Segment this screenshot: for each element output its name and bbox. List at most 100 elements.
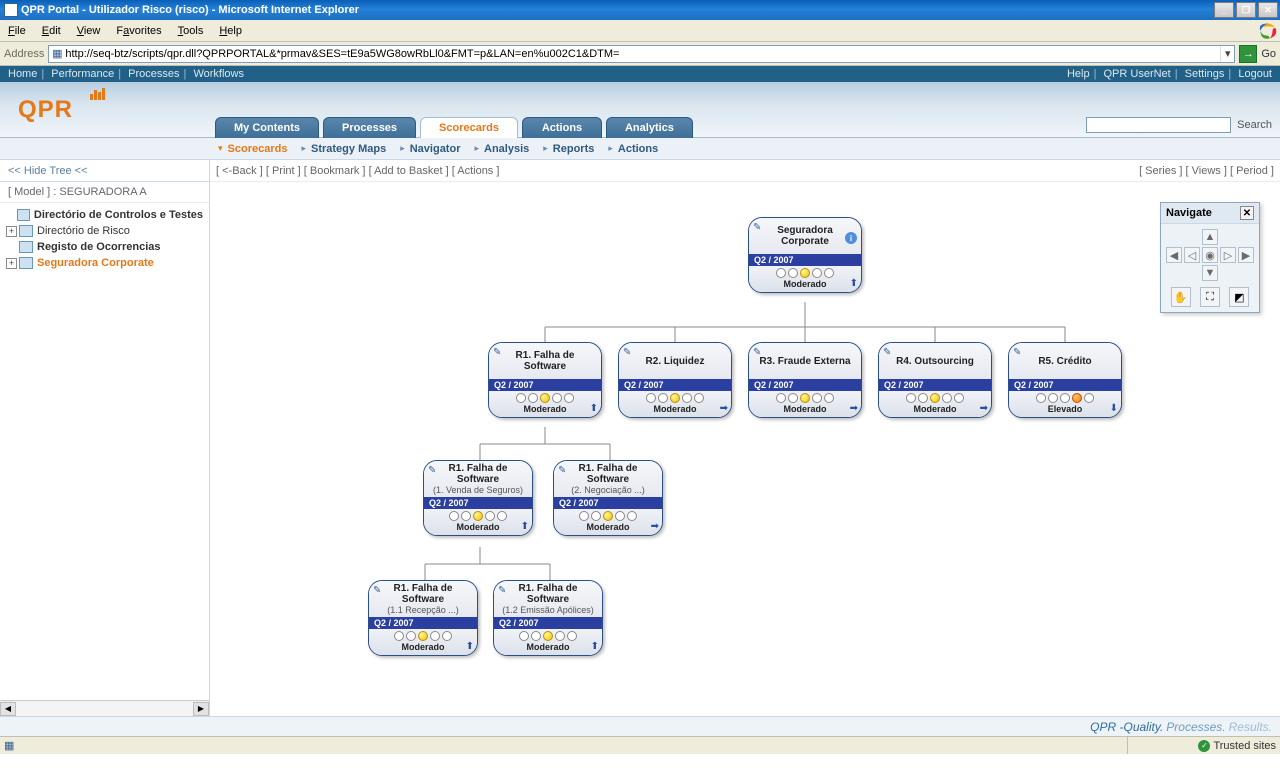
window-titlebar: QPR Portal - Utilizador Risco (risco) - … <box>0 0 1280 20</box>
nav-down[interactable]: ▼ <box>1202 265 1218 281</box>
minimize-button[interactable]: _ <box>1214 2 1234 18</box>
address-dropdown[interactable]: ▾ <box>1220 46 1234 62</box>
window-title: QPR Portal - Utilizador Risco (risco) - … <box>21 4 359 16</box>
nav-settings[interactable]: Settings <box>1185 68 1225 80</box>
nav-center[interactable]: ◉ <box>1202 247 1218 263</box>
tab-processes[interactable]: Processes <box>323 117 416 138</box>
pencil-icon: ✎ <box>623 347 631 358</box>
nav-right-far[interactable]: ▶ <box>1238 247 1254 263</box>
node-r1-1-1[interactable]: ✎R1. Falha de Software(1.1 Recepção ...)… <box>368 580 478 656</box>
expand-icon[interactable]: + <box>6 226 17 237</box>
pencil-icon: ✎ <box>428 465 436 476</box>
address-input[interactable] <box>65 46 1220 62</box>
nav-home[interactable]: Home <box>8 68 37 80</box>
trend-up-icon: ⬆ <box>521 521 529 532</box>
model-label: [ Model ] : SEGURADORA A <box>0 182 209 203</box>
nav-performance[interactable]: Performance <box>51 68 114 80</box>
subtab-actions[interactable]: Actions <box>618 143 658 155</box>
nav-help[interactable]: Help <box>1067 68 1090 80</box>
menu-view[interactable]: View <box>69 22 109 40</box>
page-icon: ▦ <box>49 47 65 61</box>
tree-item-ocorrencias[interactable]: Registo de Ocorrencias <box>2 239 207 255</box>
subtab-strategy-maps[interactable]: Strategy Maps <box>311 143 386 155</box>
navigate-panel[interactable]: Navigate ✕ ▲ ◀◁◉▷▶ ▼ ✋ ⛶ ◩ <box>1160 202 1260 313</box>
btn-basket[interactable]: [ Add to Basket ] <box>369 165 449 177</box>
subtab-reports[interactable]: Reports <box>553 143 595 155</box>
sidebar-hscroll[interactable]: ◀ ▶ <box>0 700 209 716</box>
node-r4[interactable]: ✎R4. Outsourcing Q2 / 2007 Moderado➡ <box>878 342 992 418</box>
app-icon <box>4 3 18 17</box>
info-icon[interactable]: i <box>845 232 857 244</box>
folder-icon <box>19 225 33 237</box>
address-bar: Address ▦ ▾ → Go <box>0 42 1280 66</box>
menu-file[interactable]: File <box>0 22 34 40</box>
scroll-left-icon[interactable]: ◀ <box>0 702 16 716</box>
node-r3[interactable]: ✎R3. Fraude Externa Q2 / 2007 Moderado➡ <box>748 342 862 418</box>
nav-usernet[interactable]: QPR UserNet <box>1104 68 1171 80</box>
folder-icon <box>19 257 33 269</box>
menu-help[interactable]: Help <box>211 22 250 40</box>
menu-edit[interactable]: Edit <box>34 22 69 40</box>
nav-up[interactable]: ▲ <box>1202 229 1218 245</box>
nav-fit-icon[interactable]: ⛶ <box>1200 287 1220 307</box>
main-tabs: My Contents Processes Scorecards Actions… <box>215 117 697 138</box>
trend-right-icon: ➡ <box>651 521 659 532</box>
trusted-icon: ✓ <box>1198 740 1210 752</box>
tree-item-risco[interactable]: + Directório de Risco <box>2 223 207 239</box>
close-button[interactable]: ✕ <box>1258 2 1278 18</box>
btn-views[interactable]: [ Views ] <box>1186 165 1227 177</box>
tab-my-contents[interactable]: My Contents <box>215 117 319 138</box>
trend-up-icon: ⬆ <box>850 278 858 289</box>
folder-icon <box>19 241 33 253</box>
subtab-navigator[interactable]: Navigator <box>410 143 461 155</box>
nav-logout[interactable]: Logout <box>1238 68 1272 80</box>
pencil-icon: ✎ <box>1013 347 1021 358</box>
node-r5[interactable]: ✎R5. Crédito Q2 / 2007 Elevado⬇ <box>1008 342 1122 418</box>
subtab-scorecards[interactable]: Scorecards <box>228 143 288 155</box>
nav-workflows[interactable]: Workflows <box>193 68 244 80</box>
nav-right[interactable]: ▷ <box>1220 247 1236 263</box>
nav-left-far[interactable]: ◀ <box>1166 247 1182 263</box>
trend-right-icon: ➡ <box>980 403 988 414</box>
btn-period[interactable]: [ Period ] <box>1230 165 1274 177</box>
btn-print[interactable]: [ Print ] <box>266 165 301 177</box>
maximize-button[interactable]: ❐ <box>1236 2 1256 18</box>
menu-tools[interactable]: Tools <box>170 22 212 40</box>
qpr-bars-icon <box>90 88 105 100</box>
menu-favorites[interactable]: Favorites <box>108 22 169 40</box>
tree-item-seguradora[interactable]: + Seguradora Corporate <box>2 255 207 271</box>
navigate-close-button[interactable]: ✕ <box>1240 206 1254 220</box>
navigate-header: Navigate ✕ <box>1161 203 1259 224</box>
node-r1-1[interactable]: ✎R1. Falha de Software(1. Venda de Segur… <box>423 460 533 536</box>
btn-actions[interactable]: [ Actions ] <box>452 165 500 177</box>
btn-back[interactable]: [ <-Back ] <box>216 165 263 177</box>
pencil-icon: ✎ <box>558 465 566 476</box>
go-button[interactable]: → <box>1239 45 1257 63</box>
search-input[interactable] <box>1086 117 1231 133</box>
node-r1-1-2[interactable]: ✎R1. Falha de Software(1.2 Emissão Apóli… <box>493 580 603 656</box>
status-zone: Trusted sites <box>1213 740 1276 752</box>
portal-topnav: Home| Performance| Processes| Workflows … <box>0 66 1280 82</box>
search-button[interactable]: Search <box>1237 119 1272 131</box>
node-r2[interactable]: ✎R2. Liquidez Q2 / 2007 Moderado➡ <box>618 342 732 418</box>
tab-scorecards[interactable]: Scorecards <box>420 117 518 138</box>
tab-analytics[interactable]: Analytics <box>606 117 693 138</box>
nav-left[interactable]: ◁ <box>1184 247 1200 263</box>
nav-zoom-icon[interactable]: ◩ <box>1229 287 1249 307</box>
btn-bookmark[interactable]: [ Bookmark ] <box>304 165 366 177</box>
tab-actions[interactable]: Actions <box>522 117 602 138</box>
nav-processes[interactable]: Processes <box>128 68 179 80</box>
node-r1[interactable]: ✎R1. Falha de Software Q2 / 2007 Moderad… <box>488 342 602 418</box>
nav-hand-icon[interactable]: ✋ <box>1171 287 1191 307</box>
btn-series[interactable]: [ Series ] <box>1139 165 1182 177</box>
tree-item-controlos[interactable]: Directório de Controlos e Testes <box>2 207 207 223</box>
expand-icon[interactable]: + <box>6 258 17 269</box>
scroll-right-icon[interactable]: ▶ <box>193 702 209 716</box>
hide-tree-link[interactable]: << Hide Tree << <box>0 160 209 182</box>
node-r1-2[interactable]: ✎R1. Falha de Software(2. Negociação ...… <box>553 460 663 536</box>
pencil-icon: ✎ <box>493 347 501 358</box>
sub-tabs: ▾Scorecards ▸Strategy Maps ▸Navigator ▸A… <box>0 138 1280 160</box>
subtab-analysis[interactable]: Analysis <box>484 143 529 155</box>
node-root[interactable]: ✎ Seguradora Corporate i Q2 / 2007 Moder… <box>748 217 862 293</box>
tree: Directório de Controlos e Testes + Direc… <box>0 203 209 700</box>
